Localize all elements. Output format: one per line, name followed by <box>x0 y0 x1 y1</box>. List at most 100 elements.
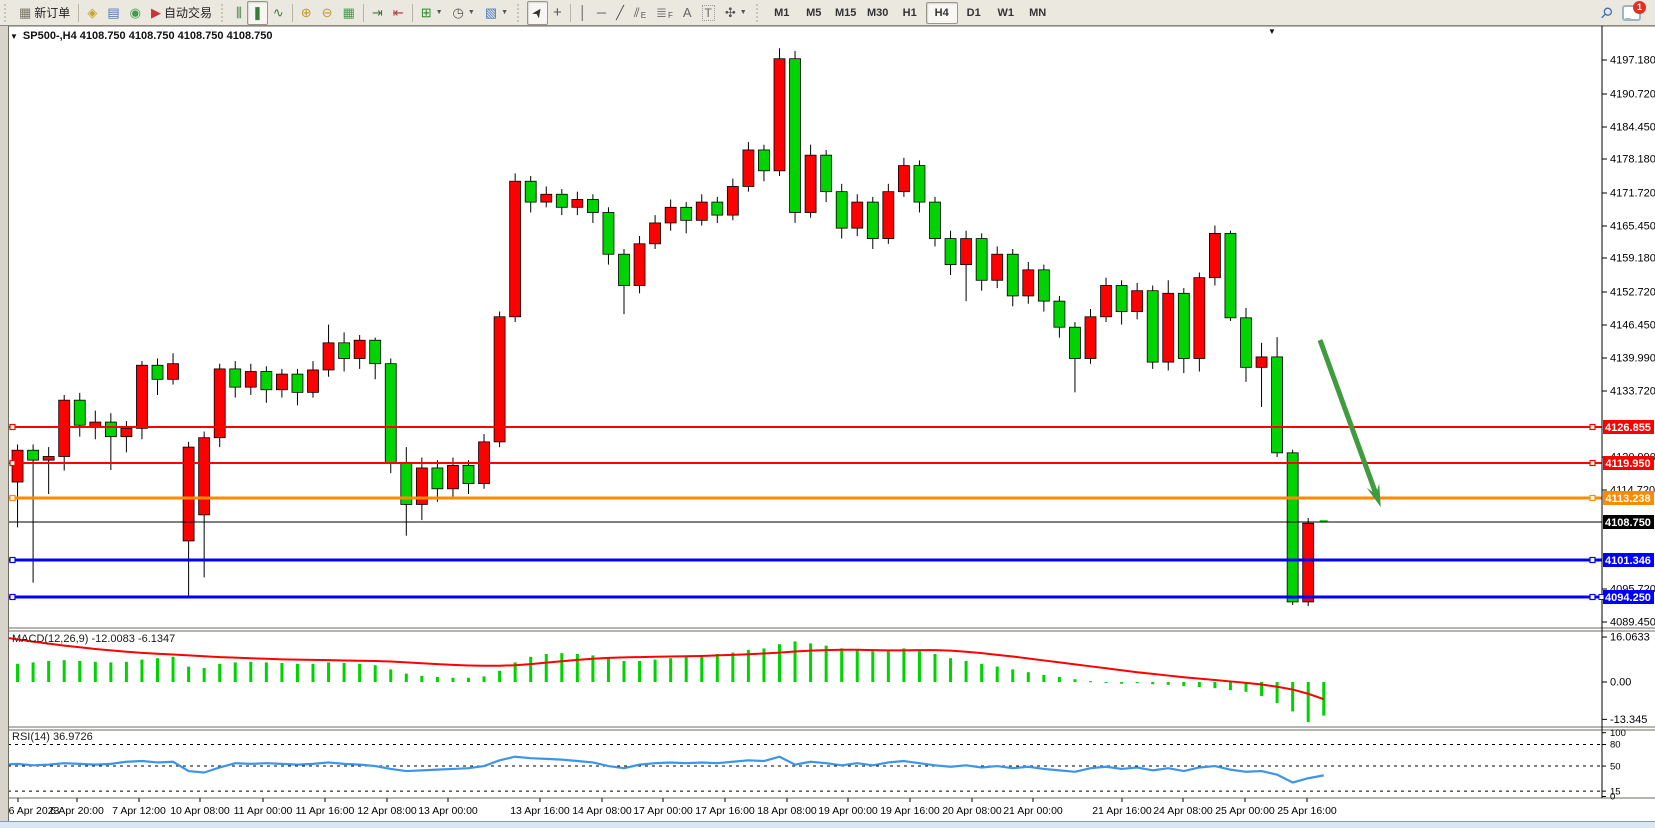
rsi-axis-label: 100 <box>1610 728 1626 739</box>
cursor-tool-button[interactable]: ➤ <box>527 1 548 25</box>
chart-area[interactable]: 4197.1804190.7204184.4504178.1804171.720… <box>0 26 1655 828</box>
text-tool-button[interactable]: A <box>678 1 697 25</box>
candlestick-chart-button[interactable]: ❚ <box>247 1 268 25</box>
candle <box>805 155 816 212</box>
candle <box>1101 285 1112 316</box>
toolbar-drag-handle[interactable] <box>4 4 11 22</box>
navigator-icon: ◉ <box>130 6 141 19</box>
new-order-button[interactable]: ▦ 新订单 <box>14 1 75 25</box>
price-line-badge-label: 4119.950 <box>1605 458 1650 470</box>
candle <box>867 202 878 238</box>
macd-histogram-bar <box>809 643 812 682</box>
arrows-tool-button[interactable]: ✣ ▼ <box>720 1 752 25</box>
text-label-tool-button[interactable]: T <box>697 1 720 25</box>
timeframe-button-m1[interactable]: M1 <box>766 2 798 24</box>
macd-histogram-bar <box>1120 682 1123 684</box>
new-chart-button[interactable]: ⊞ ▼ <box>416 1 448 25</box>
chart-shift-marker-icon[interactable]: ▼ <box>1268 27 1276 36</box>
templates-button[interactable]: ▧ ▼ <box>480 1 513 25</box>
candle <box>992 254 1003 280</box>
zoom-in-button[interactable]: ⊕ <box>296 1 317 25</box>
candle <box>432 468 443 489</box>
macd-histogram-bar <box>1229 682 1232 690</box>
macd-histogram-bar <box>94 662 97 682</box>
candle <box>774 59 785 171</box>
timeframe-button-m15[interactable]: M15 <box>830 2 862 24</box>
badge-anchor-handle[interactable] <box>1599 595 1604 600</box>
navigator-button[interactable]: ◉ <box>125 1 146 25</box>
timeframe-button-h1[interactable]: H1 <box>894 2 926 24</box>
chart-title-dropdown-icon[interactable]: ▼ <box>10 32 18 41</box>
line-anchor-handle[interactable] <box>10 496 15 501</box>
macd-histogram-bar <box>1307 682 1310 722</box>
zoom-out-button[interactable]: ⊖ <box>317 1 338 25</box>
toolbar-drag-handle[interactable] <box>756 4 763 22</box>
candle <box>463 465 474 483</box>
time-axis-label: 21 Apr 00:00 <box>1003 805 1063 817</box>
toolbar-separator <box>78 4 79 22</box>
timeframe-button-w1[interactable]: W1 <box>990 2 1022 24</box>
fibo-sub-label: F <box>668 11 673 20</box>
candle <box>541 194 552 202</box>
macd-histogram-bar <box>63 660 66 682</box>
timeframe-button-h4[interactable]: H4 <box>926 2 958 24</box>
periods-button[interactable]: ◷ ▼ <box>448 1 480 25</box>
price-line-badge-label: 4094.250 <box>1605 592 1651 604</box>
macd-histogram-bar <box>685 657 688 682</box>
candle <box>712 202 723 215</box>
timeframe-button-d1[interactable]: D1 <box>958 2 990 24</box>
candle <box>1209 233 1220 277</box>
line-anchor-handle[interactable] <box>1590 558 1595 563</box>
line-anchor-handle[interactable] <box>1590 496 1595 501</box>
line-chart-button[interactable]: ∿ <box>268 1 289 25</box>
data-window-button[interactable]: ▤ <box>102 1 124 25</box>
crosshair-tool-button[interactable]: + <box>548 1 567 25</box>
line-anchor-handle[interactable] <box>10 558 15 563</box>
timeframe-button-mn[interactable]: MN <box>1022 2 1054 24</box>
macd-histogram-bar <box>654 660 657 682</box>
vertical-line-tool-button[interactable]: │ <box>574 1 592 25</box>
line-anchor-handle[interactable] <box>10 595 15 600</box>
line-anchor-handle[interactable] <box>1590 425 1595 430</box>
line-anchor-handle[interactable] <box>1590 595 1595 600</box>
channel-tool-button[interactable]: ⫽ E <box>629 1 651 25</box>
notifications-icon[interactable]: 1 <box>1622 5 1641 21</box>
horizontal-line-icon: ─ <box>597 6 606 19</box>
candle <box>28 450 39 460</box>
macd-histogram-bar <box>918 650 921 682</box>
macd-histogram-bar <box>965 661 968 682</box>
trendline-tool-button[interactable]: ╱ <box>611 1 629 25</box>
candle <box>914 166 925 202</box>
auto-scroll-button[interactable]: ⇥ <box>367 1 388 25</box>
line-anchor-handle[interactable] <box>10 425 15 430</box>
candle <box>510 181 521 317</box>
market-watch-button[interactable]: ◈ <box>82 1 102 25</box>
toolbar-drag-handle[interactable] <box>517 4 524 22</box>
auto-trading-button[interactable]: ▶ 自动交易 <box>146 1 217 25</box>
candle <box>1085 317 1096 359</box>
candle <box>930 202 941 238</box>
bar-chart-button[interactable]: ⫼ <box>231 1 247 25</box>
fibonacci-tool-button[interactable]: ≣ F <box>651 1 678 25</box>
candle <box>136 365 147 428</box>
timeframe-button-m5[interactable]: M5 <box>798 2 830 24</box>
toolbar-separator <box>570 4 571 22</box>
chart-shift-button[interactable]: ⇤ <box>388 1 409 25</box>
timeframe-button-m30[interactable]: M30 <box>862 2 894 24</box>
candle <box>261 372 272 390</box>
candle <box>587 199 598 212</box>
macd-histogram-bar <box>856 650 859 682</box>
price-line-badge: 4113.238 <box>1603 491 1654 505</box>
search-icon[interactable]: ⚲ <box>1596 2 1617 23</box>
line-anchor-handle[interactable] <box>1590 461 1595 466</box>
price-axis-label: 4139.990 <box>1610 353 1655 365</box>
toolbar-drag-handle[interactable] <box>221 4 228 22</box>
macd-histogram-bar <box>467 678 470 682</box>
horizontal-line-tool-button[interactable]: ─ <box>592 1 611 25</box>
price-line-badge: 4108.750 <box>1603 515 1654 529</box>
chart-canvas[interactable]: 4197.1804190.7204184.4504178.1804171.720… <box>0 26 1655 828</box>
tile-windows-button[interactable]: ▦ <box>338 1 360 25</box>
line-anchor-handle[interactable] <box>10 461 15 466</box>
macd-histogram-bar <box>483 676 486 682</box>
macd-histogram-bar <box>778 644 781 682</box>
